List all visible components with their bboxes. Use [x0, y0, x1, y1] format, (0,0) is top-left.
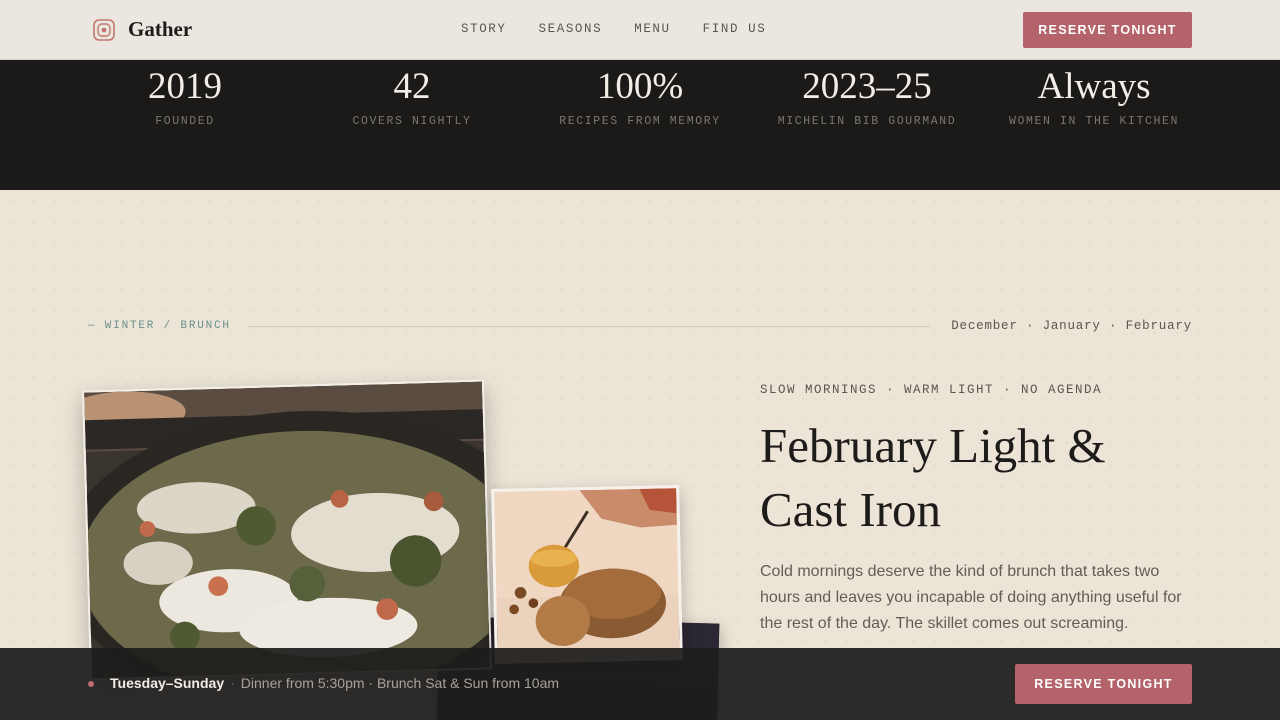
nav-link-story[interactable]: STORY	[461, 22, 507, 36]
stat-founded: 2019 FOUNDED	[75, 64, 295, 128]
stat-recipes: 100% RECIPES FROM MEMORY	[530, 64, 750, 128]
honey-bread-image	[494, 488, 680, 661]
status-dot	[88, 681, 94, 687]
top-nav: Gather STORY SEASONS MENU FIND US RESERV…	[0, 0, 1280, 60]
section-kicker: SLOW MORNINGS · WARM LIGHT · NO AGENDA	[760, 383, 1103, 397]
photo-skillet-eggs	[82, 379, 492, 681]
separator: ·	[230, 675, 235, 691]
stat-value: 2019	[148, 66, 222, 107]
stat-label: RECIPES FROM MEMORY	[559, 115, 721, 128]
main-nav: STORY SEASONS MENU FIND US	[461, 22, 766, 36]
stat-label: FOUNDED	[155, 115, 215, 128]
stat-label: COVERS NIGHTLY	[352, 115, 472, 128]
section-lede: Cold mornings deserve the kind of brunch…	[760, 563, 1182, 632]
brand-logo-link[interactable]: Gather	[93, 17, 192, 42]
stat-covers: 42 COVERS NIGHTLY	[302, 64, 522, 128]
open-days: Tuesday–Sunday	[110, 675, 225, 691]
stat-label: MICHELIN BIB GOURMAND	[777, 115, 957, 128]
logo-icon	[93, 18, 115, 41]
skillet-eggs-image	[84, 381, 490, 679]
stat-label: WOMEN IN THE KITCHEN	[1008, 115, 1180, 128]
stats-band: 2019 FOUNDED 42 COVERS NIGHTLY 100% RECI…	[0, 60, 1280, 190]
stat-women: Always WOMEN IN THE KITCHEN	[984, 64, 1204, 128]
nav-link-seasons[interactable]: SEASONS	[539, 22, 603, 36]
hours-info: Tuesday–Sunday · Dinner from 5:30pm · Br…	[110, 675, 559, 691]
divider	[248, 326, 930, 327]
stat-value: 2023–25	[802, 66, 932, 107]
reserve-button-header[interactable]: RESERVE TONIGHT	[1023, 12, 1192, 48]
stat-value: 100%	[596, 66, 684, 107]
brand-name: Gather	[128, 17, 193, 41]
section-headline: February Light & Cast Iron	[760, 418, 1106, 537]
season-tag: — WINTER / BRUNCH	[88, 320, 231, 332]
nav-link-menu[interactable]: MENU	[634, 22, 670, 36]
stat-michelin: 2023–25 MICHELIN BIB GOURMAND	[757, 64, 977, 128]
photo-honey-bread	[491, 485, 683, 664]
nav-link-find-us[interactable]: FIND US	[703, 22, 767, 36]
stat-value: Always	[1037, 66, 1151, 107]
stat-value: 42	[393, 66, 431, 107]
reserve-button-sticky[interactable]: RESERVE TONIGHT	[1015, 664, 1192, 704]
opening-hours: Dinner from 5:30pm · Brunch Sat & Sun fr…	[240, 675, 560, 691]
season-months: December · January · February	[951, 319, 1192, 333]
sticky-reserve-bar: Tuesday–Sunday · Dinner from 5:30pm · Br…	[0, 648, 1280, 720]
season-section: — WINTER / BRUNCH December · January · F…	[0, 190, 1280, 720]
